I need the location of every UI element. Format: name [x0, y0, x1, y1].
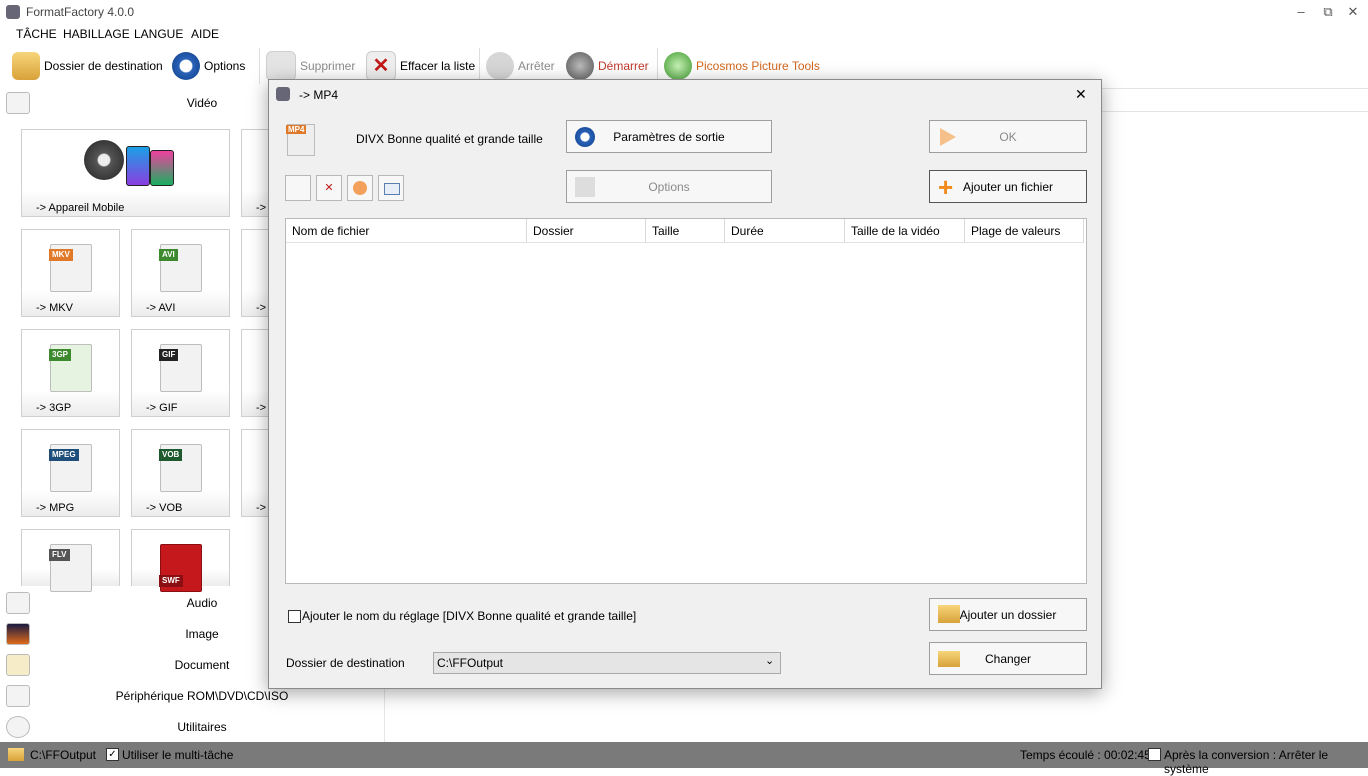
- status-path[interactable]: C:\FFOutput: [30, 748, 96, 762]
- stop-icon: [486, 52, 514, 80]
- phone-icon: [150, 150, 174, 186]
- add-file-button[interactable]: + Ajouter un fichier: [929, 170, 1087, 203]
- folder-add-icon: [938, 605, 960, 623]
- tile-3gp[interactable]: 3GP -> 3GP: [21, 329, 120, 417]
- dialog-app-icon: [276, 87, 290, 101]
- gear-icon: [172, 52, 200, 80]
- status-bar: C:\FFOutput ✓ Utiliser le multi-tâche Te…: [0, 742, 1368, 776]
- column-header[interactable]: Dossier: [527, 219, 646, 243]
- tile-partial[interactable]: ->: [241, 329, 268, 417]
- mpg-file-icon: MPEG: [49, 444, 92, 492]
- picosmos-icon: [664, 52, 692, 80]
- category-utilities[interactable]: Utilitaires: [0, 712, 384, 742]
- column-header[interactable]: Nom de fichier: [286, 219, 527, 243]
- multitask-checkbox[interactable]: ✓: [106, 748, 119, 761]
- folder-icon: [12, 52, 40, 80]
- tile-swf[interactable]: SWF: [131, 529, 230, 592]
- change-button[interactable]: Changer: [929, 642, 1087, 675]
- menu-aide[interactable]: AIDE: [191, 27, 219, 41]
- destination-label: Dossier de destination: [286, 656, 405, 670]
- options-icon: [575, 177, 595, 197]
- task-list-header: [1090, 88, 1368, 112]
- phone-icon: [126, 146, 150, 186]
- after-conversion-label: Après la conversion : Arrêter le système: [1164, 748, 1329, 776]
- after-conversion-checkbox[interactable]: [1148, 748, 1161, 761]
- start-icon: [566, 52, 594, 80]
- column-header[interactable]: Taille de la vidéo: [845, 219, 965, 243]
- vob-file-icon: VOB: [159, 444, 202, 492]
- elapsed-time: Temps écoulé : 00:02:45: [1020, 748, 1151, 762]
- tile-mobile[interactable]: -> Appareil Mobile: [21, 129, 230, 217]
- menu-langue[interactable]: LANGUE: [134, 27, 183, 41]
- app-icon: [6, 5, 20, 19]
- mkv-file-icon: MKV: [49, 244, 92, 292]
- destination-select[interactable]: C:\FFOutput ⌄: [433, 652, 781, 674]
- dialog-title: -> MP4: [299, 88, 339, 102]
- dest-folder-button[interactable]: Dossier de destination: [12, 48, 163, 84]
- menu-tache[interactable]: TÂCHE: [16, 27, 57, 41]
- column-header[interactable]: Plage de valeurs: [965, 219, 1084, 243]
- output-settings-button[interactable]: Paramètres de sortie: [566, 120, 772, 153]
- chevron-down-icon: ⌄: [765, 655, 775, 667]
- window-title: FormatFactory 4.0.0: [26, 5, 135, 19]
- toolbar-separator: [259, 48, 260, 84]
- close-window-button[interactable]: ✕: [1338, 4, 1368, 20]
- add-folder-button[interactable]: Ajouter un dossier: [929, 598, 1087, 631]
- 3gp-file-icon: 3GP: [49, 344, 92, 392]
- tile-flv[interactable]: FLV: [21, 529, 120, 592]
- ok-button[interactable]: OK: [929, 120, 1087, 153]
- remove-file-button[interactable]: [285, 175, 311, 201]
- swf-file-icon: SWF: [159, 544, 202, 592]
- menu-habillage[interactable]: HABILLAGE: [63, 27, 130, 41]
- menu-bar: TÂCHE HABILLAGE LANGUE AIDE: [0, 24, 1368, 44]
- tile-avi[interactable]: AVI -> AVI: [131, 229, 230, 317]
- column-header[interactable]: Taille: [646, 219, 725, 243]
- tile-mkv[interactable]: MKV -> MKV: [21, 229, 120, 317]
- folder-icon: [8, 748, 24, 761]
- folder-icon: [938, 651, 960, 667]
- gif-file-icon: GIF: [159, 344, 202, 392]
- info-button[interactable]: [378, 175, 404, 201]
- tile-partial[interactable]: ->: [241, 229, 268, 317]
- tile-vob[interactable]: VOB -> VOB: [131, 429, 230, 517]
- play-icon: [353, 181, 367, 195]
- arrow-right-icon: [940, 128, 956, 146]
- delete-icon: [266, 51, 296, 81]
- clear-files-button[interactable]: ✕: [316, 175, 342, 201]
- multitask-label: Utiliser le multi-tâche: [122, 748, 234, 762]
- conversion-dialog: -> MP4 ✕ MP4 DIVX Bonne qualité et grand…: [268, 79, 1102, 689]
- info-icon: [384, 183, 400, 195]
- tile-gif[interactable]: GIF -> GIF: [131, 329, 230, 417]
- preset-label: DIVX Bonne qualité et grande taille: [356, 132, 543, 146]
- avi-file-icon: AVI: [159, 244, 202, 292]
- add-preset-name-checkbox[interactable]: [288, 610, 301, 623]
- plus-icon: +: [938, 172, 954, 202]
- destination-value: C:\FFOutput: [437, 656, 504, 670]
- file-table[interactable]: Nom de fichier Dossier Taille Durée Tail…: [285, 218, 1087, 584]
- options-button[interactable]: Options: [566, 170, 772, 203]
- gear-icon: [575, 127, 595, 147]
- tile-mpg[interactable]: MPEG -> MPG: [21, 429, 120, 517]
- title-bar: FormatFactory 4.0.0 – ⧉ ✕: [0, 0, 1368, 24]
- play-button[interactable]: [347, 175, 373, 201]
- mp4-icon: MP4: [286, 124, 315, 156]
- clear-list-icon: ✕: [366, 51, 396, 81]
- tile-partial[interactable]: ->: [241, 429, 268, 517]
- minimize-button[interactable]: –: [1286, 4, 1316, 20]
- film-reel-icon: [84, 140, 124, 180]
- options-button[interactable]: Options: [172, 48, 245, 84]
- dialog-close-button[interactable]: ✕: [1075, 86, 1087, 103]
- add-preset-name-label: Ajouter le nom du réglage [DIVX Bonne qu…: [302, 609, 637, 623]
- column-header[interactable]: Durée: [725, 219, 845, 243]
- tile-partial[interactable]: ->: [241, 129, 268, 217]
- flv-file-icon: FLV: [49, 544, 92, 592]
